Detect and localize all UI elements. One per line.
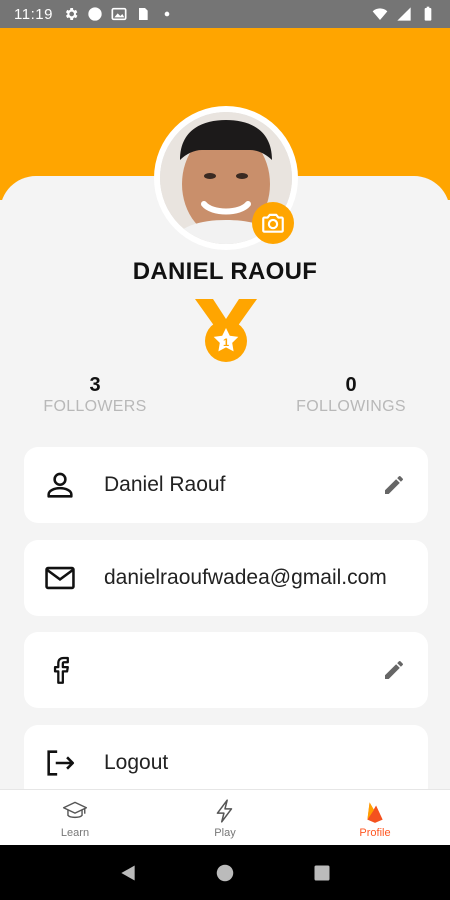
gear-icon — [65, 8, 78, 20]
recents-button[interactable] — [310, 861, 334, 885]
nav-profile-label: Profile — [359, 826, 391, 839]
recents-square-icon — [314, 865, 330, 880]
nav-play-label: Play — [214, 826, 236, 839]
status-time: 11:19 — [14, 5, 53, 23]
lightning-icon — [211, 797, 239, 825]
pencil-icon — [385, 661, 403, 679]
profile-name: DANIEL RAOUF — [132, 258, 318, 285]
nav-learn-label: Learn — [60, 826, 90, 839]
circle-icon — [88, 7, 102, 21]
logout-label: Logout — [104, 751, 169, 774]
name-card: Daniel Raouf — [24, 447, 428, 523]
pencil-icon — [385, 476, 403, 494]
medal-rank: 1 — [223, 337, 229, 349]
signal-icon — [397, 7, 411, 21]
back-button[interactable] — [116, 861, 140, 885]
followings-stat[interactable]: 0 FOLLOWINGS — [276, 374, 426, 416]
flame-icon — [361, 797, 389, 825]
nav-learn[interactable]: Learn — [0, 790, 150, 845]
nav-profile[interactable]: Profile — [300, 790, 450, 845]
sim-card-icon — [138, 8, 148, 20]
bottom-nav: Learn Play Profile — [0, 789, 450, 845]
followings-count: 0 — [345, 374, 357, 396]
wifi-icon — [372, 8, 388, 20]
logout-icon — [42, 745, 78, 781]
image-icon — [111, 7, 127, 21]
followers-label: FOLLOWERS — [43, 398, 147, 415]
nav-play[interactable]: Play — [150, 790, 300, 845]
edit-name-button[interactable] — [380, 471, 408, 499]
facebook-icon — [42, 652, 78, 688]
mail-icon — [42, 560, 78, 596]
email-text: danielraoufwadea@gmail.com — [104, 566, 387, 589]
status-bar: 11:19 — [0, 0, 450, 28]
system-nav-bar — [0, 845, 450, 900]
followers-stat[interactable]: 3 FOLLOWERS — [20, 374, 170, 416]
home-button[interactable] — [213, 861, 237, 885]
edit-facebook-button[interactable] — [380, 656, 408, 684]
name-text: Daniel Raouf — [104, 473, 226, 496]
email-card: danielraoufwadea@gmail.com — [24, 540, 428, 616]
medal-icon: 1 — [195, 299, 257, 362]
back-triangle-icon — [121, 865, 135, 880]
facebook-card — [24, 632, 428, 708]
followings-label: FOLLOWINGS — [296, 398, 406, 415]
camera-button[interactable] — [252, 202, 294, 244]
followers-count: 3 — [89, 374, 101, 396]
person-icon — [42, 467, 78, 503]
battery-icon — [424, 6, 432, 21]
home-circle-icon — [216, 864, 234, 881]
camera-icon — [262, 213, 284, 233]
dot-icon — [164, 11, 170, 17]
graduation-cap-icon — [61, 797, 89, 825]
